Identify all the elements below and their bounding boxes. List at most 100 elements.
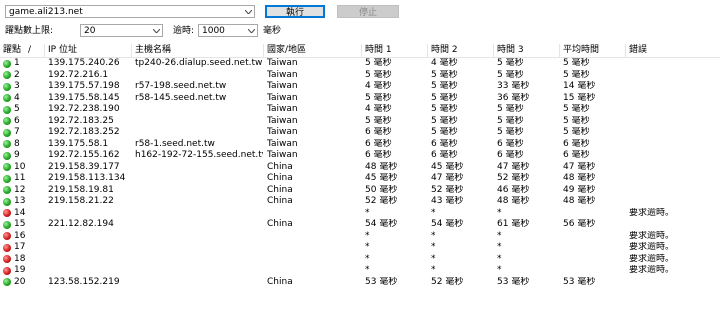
time3-cell: 53 毫秒 <box>497 276 530 287</box>
ip-cell: 221.12.82.194 <box>48 219 114 229</box>
region-cell <box>267 242 361 254</box>
status-ok-icon <box>3 59 11 68</box>
avg-time-cell: 6 毫秒 <box>563 138 590 149</box>
time3-cell: 46 毫秒 <box>497 184 530 195</box>
hostname-cell <box>135 219 263 231</box>
table-row[interactable]: 13 219.158.21.22 China 52 毫秒 43 毫秒 48 毫秒 48 毫秒 <box>0 196 720 208</box>
hop-cell: 2 <box>14 69 20 80</box>
column-header-hop[interactable]: 躍點 / <box>0 44 45 57</box>
table-row[interactable]: 11 219.158.113.134 China 45 毫秒 47 毫秒 52 毫秒 48 … <box>0 173 720 185</box>
table-row[interactable]: 4 139.175.58.145 r58-145.seed.net.tw Taiwan… <box>0 93 720 105</box>
table-row[interactable]: 1 139.175.240.26 tp240-26.dialup.seed.net.… <box>0 58 720 70</box>
region-cell: Taiwan <box>267 69 298 80</box>
table-row[interactable]: 14 * * * 要求逾時。 <box>0 208 720 220</box>
table-row[interactable]: 12 219.158.19.81 China 50 毫秒 52 毫秒 46 毫秒 49 毫秒 <box>0 185 720 197</box>
avg-time-cell: 5 毫秒 <box>563 127 590 137</box>
timeout-combobox[interactable]: 1000 <box>198 24 258 37</box>
time1-cell: * <box>365 242 370 252</box>
table-row[interactable]: 8 139.175.58.1 r58-1.seed.net.tw Taiwan 6 毫秒… <box>0 139 720 151</box>
max-hops-label: 躍點數上限: <box>5 26 54 36</box>
max-hops-value[interactable]: 20 <box>81 25 150 37</box>
error-cell <box>629 93 719 105</box>
error-cell <box>629 127 719 139</box>
time3-cell: 47 毫秒 <box>497 161 530 172</box>
region-cell: Taiwan <box>267 150 298 160</box>
table-row[interactable]: 17 * * * 要求逾時。 <box>0 242 720 254</box>
column-header-label: 時間 2 <box>431 45 458 55</box>
column-header-avg[interactable]: 平均時間 <box>560 44 626 57</box>
hop-cell: 6 <box>14 115 20 126</box>
column-header-error[interactable]: 錯誤 <box>626 44 720 57</box>
column-header-label: 平均時間 <box>563 45 600 55</box>
region-cell: Taiwan <box>267 138 298 149</box>
ip-cell: 219.158.39.177 <box>48 161 120 172</box>
chevron-down-icon[interactable] <box>150 25 162 36</box>
table-row[interactable]: 3 139.175.57.198 r57-198.seed.net.tw Taiwan… <box>0 81 720 93</box>
hop-cell: 15 <box>14 219 26 229</box>
chevron-down-icon[interactable] <box>245 25 257 36</box>
status-ok-icon <box>3 174 11 183</box>
column-header-time3[interactable]: 時間 3 <box>494 44 560 57</box>
time2-cell: 52 毫秒 <box>431 276 464 287</box>
time1-cell: 50 毫秒 <box>365 184 398 195</box>
status-ok-icon <box>3 117 11 125</box>
column-header-region[interactable]: 國家/地區 <box>264 44 362 57</box>
run-button-label: 執行 <box>285 8 304 18</box>
column-header-time2[interactable]: 時間 2 <box>428 44 494 57</box>
avg-time-cell: 5 毫秒 <box>563 58 590 68</box>
avg-time-cell <box>563 231 625 243</box>
hostname-cell <box>135 185 263 197</box>
avg-time-cell <box>563 208 625 220</box>
table-row[interactable]: 2 192.72.216.1 Taiwan 5 毫秒 5 毫秒 5 毫秒 5 毫秒 <box>0 70 720 82</box>
region-cell <box>267 265 361 277</box>
table-row[interactable]: 6 192.72.183.25 Taiwan 5 毫秒 5 毫秒 5 毫秒 5 毫秒 <box>0 116 720 128</box>
time3-cell: 48 毫秒 <box>497 196 530 206</box>
column-header-time1[interactable]: 時間 1 <box>362 44 428 57</box>
status-timeout-icon <box>3 255 11 263</box>
time2-cell: 5 毫秒 <box>431 104 458 114</box>
table-row[interactable]: 15 221.12.82.194 China 54 毫秒 54 毫秒 61 毫秒 56 毫秒 <box>0 219 720 231</box>
column-header-ip[interactable]: IP 位址 <box>45 44 132 57</box>
table-row[interactable]: 16 * * * 要求逾時。 <box>0 231 720 243</box>
status-timeout-icon <box>3 232 11 240</box>
avg-time-cell: 14 毫秒 <box>563 81 596 91</box>
time2-cell: * <box>431 207 436 218</box>
ip-cell: 139.175.58.145 <box>48 92 120 103</box>
hop-cell: 18 <box>14 253 26 264</box>
chevron-down-icon[interactable] <box>242 6 254 17</box>
run-button[interactable]: 執行 <box>265 5 325 18</box>
time3-cell: 5 毫秒 <box>497 58 524 68</box>
avg-time-cell <box>563 265 625 277</box>
error-cell: 要求逾時。 <box>629 207 675 218</box>
table-row[interactable]: 10 219.158.39.177 China 48 毫秒 45 毫秒 47 毫秒 47 毫… <box>0 162 720 174</box>
table-row[interactable]: 7 192.72.183.252 Taiwan 6 毫秒 5 毫秒 5 毫秒 5 毫秒 <box>0 127 720 139</box>
error-cell: 要求逾時。 <box>629 253 675 264</box>
hostname-cell <box>135 254 263 266</box>
ip-cell: 192.72.216.1 <box>48 69 109 80</box>
table-row[interactable]: 18 * * * 要求逾時。 <box>0 254 720 266</box>
time1-cell: 6 毫秒 <box>365 138 392 149</box>
table-row[interactable]: 5 192.72.238.190 Taiwan 4 毫秒 5 毫秒 5 毫秒 5 毫秒 <box>0 104 720 116</box>
error-cell <box>629 58 719 70</box>
error-cell <box>629 139 719 151</box>
time1-cell: 5 毫秒 <box>365 92 392 103</box>
host-input[interactable]: game.ali213.net <box>6 6 242 18</box>
timeout-value[interactable]: 1000 <box>199 25 245 37</box>
column-header-hostname[interactable]: 主機名稱 <box>132 44 264 57</box>
time2-cell: 5 毫秒 <box>431 127 458 137</box>
avg-time-cell: 6 毫秒 <box>563 150 590 160</box>
ip-cell <box>48 231 132 243</box>
ip-cell: 219.158.19.81 <box>48 184 114 195</box>
time3-cell: * <box>497 253 502 264</box>
table-row[interactable]: 20 123.58.152.219 China 53 毫秒 52 毫秒 53 毫秒 53 毫… <box>0 277 720 289</box>
max-hops-combobox[interactable]: 20 <box>80 24 163 37</box>
region-cell: China <box>267 173 293 183</box>
stop-button[interactable]: 停止 <box>337 5 399 18</box>
time2-cell: 5 毫秒 <box>431 81 458 91</box>
host-combobox[interactable]: game.ali213.net <box>5 5 255 18</box>
table-row[interactable]: 9 192.72.155.162 h162-192-72-155.seed.net.… <box>0 150 720 162</box>
table-row[interactable]: 19 * * * 要求逾時。 <box>0 265 720 277</box>
ip-cell: 139.175.58.1 <box>48 138 109 149</box>
hop-cell: 10 <box>14 161 26 172</box>
status-ok-icon <box>3 82 11 91</box>
